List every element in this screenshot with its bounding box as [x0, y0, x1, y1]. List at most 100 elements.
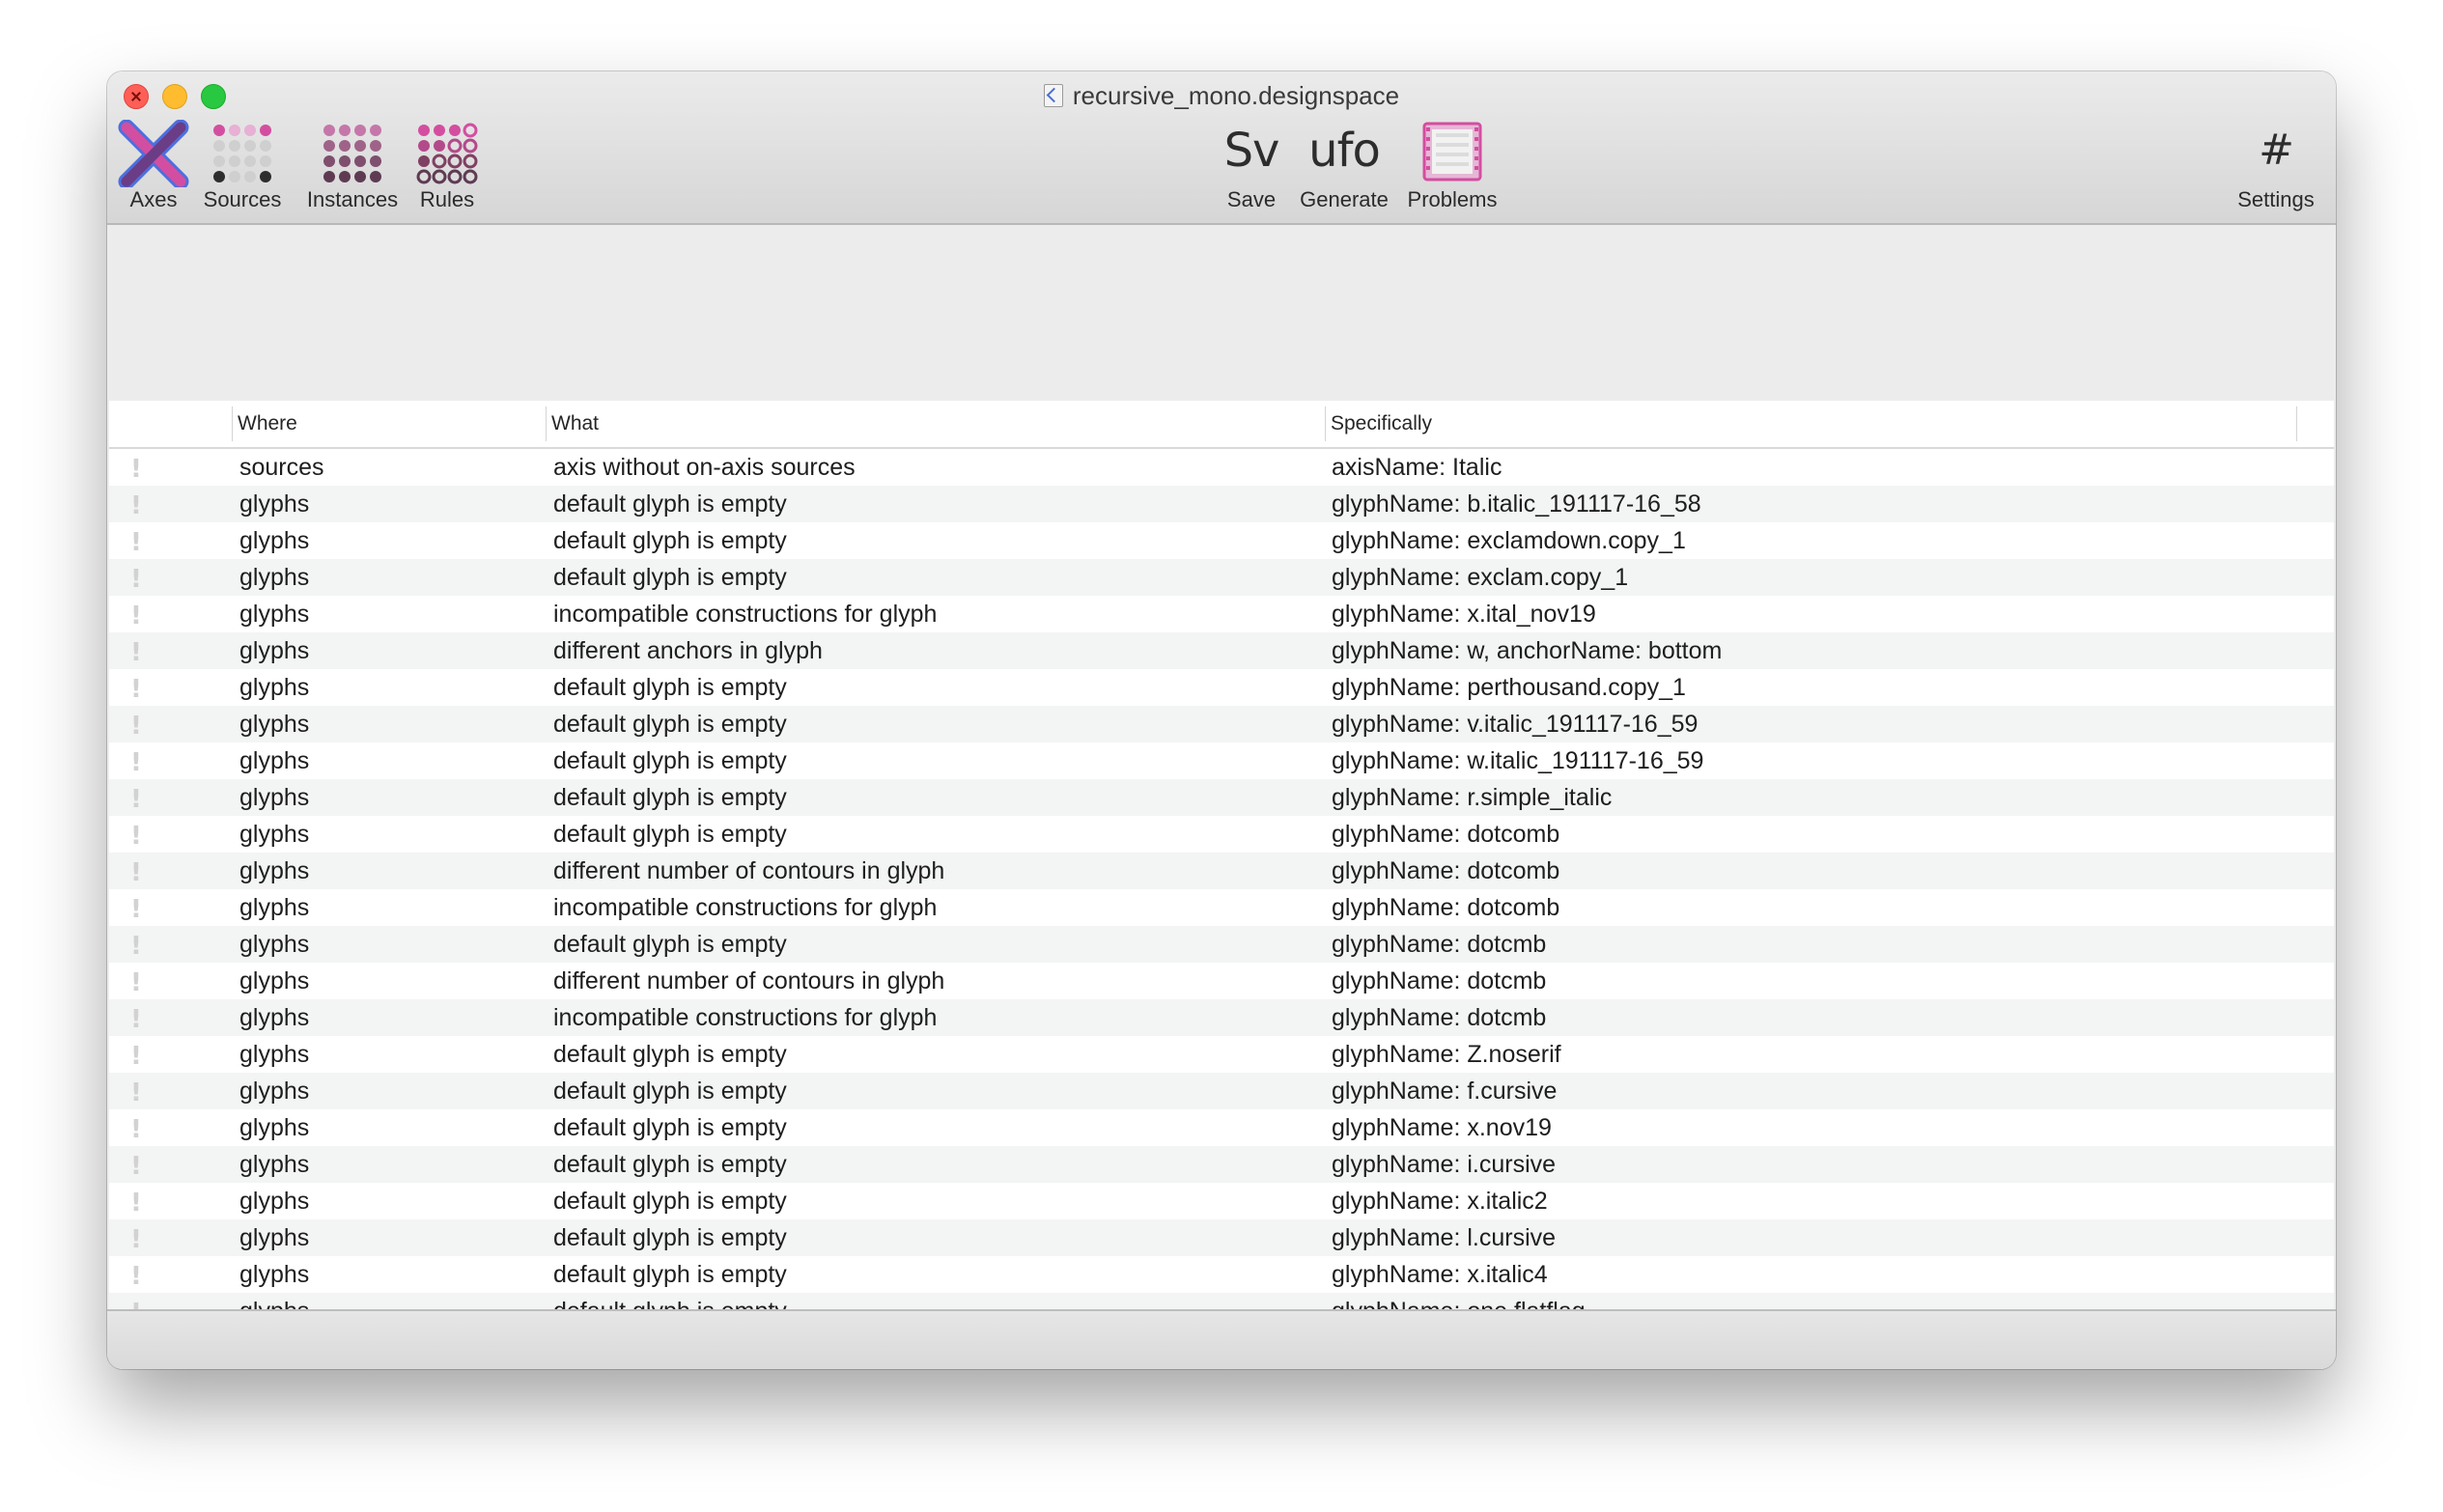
table-row[interactable]: ! glyphs default glyph is empty glyphName: … [109, 706, 2334, 742]
status-bar [107, 1309, 2336, 1369]
cell-where: glyphs [239, 1078, 310, 1105]
cell-what: default glyph is empty [553, 1224, 787, 1251]
cell-what: default glyph is empty [553, 527, 787, 554]
cell-specifically: glyphName: dotcomb [1332, 894, 1560, 921]
warning-icon: ! [130, 1078, 142, 1107]
settings-button[interactable]: # Settings [2228, 120, 2324, 212]
cell-specifically: glyphName: perthousand.copy_1 [1332, 674, 1686, 701]
warning-icon: ! [130, 968, 142, 997]
cell-what: incompatible constructions for glyph [553, 894, 938, 921]
settings-icon: # [2259, 126, 2294, 175]
instances-icon [321, 120, 384, 187]
cell-where: glyphs [239, 821, 310, 848]
cell-what: default glyph is empty [553, 821, 787, 848]
cell-where: glyphs [239, 1224, 310, 1251]
warning-icon: ! [130, 712, 142, 741]
cell-where: glyphs [239, 490, 310, 518]
table-row[interactable]: ! glyphs incompatible constructions for gl… [109, 999, 2334, 1036]
sources-label: Sources [203, 187, 282, 211]
cell-specifically: glyphName: w.italic_191117-16_59 [1332, 747, 1704, 774]
cell-specifically: glyphName: w, anchorName: bottom [1332, 637, 1723, 664]
rules-button[interactable]: Rules [408, 120, 486, 212]
column-header-what[interactable]: What [551, 412, 599, 435]
cell-where: glyphs [239, 1004, 310, 1031]
axes-label: Axes [129, 187, 178, 211]
cell-what: default glyph is empty [553, 1078, 787, 1105]
instances-label: Instances [306, 187, 399, 211]
axes-icon [117, 119, 190, 190]
warning-icon: ! [130, 785, 142, 814]
table-row[interactable]: ! glyphs default glyph is empty glyphName: … [109, 742, 2334, 779]
generate-icon: ufo [1308, 124, 1381, 178]
axes-button[interactable]: Axes [115, 119, 192, 212]
column-divider[interactable] [1325, 406, 1326, 441]
cell-specifically: glyphName: x.nov19 [1332, 1114, 1552, 1141]
save-button[interactable]: Sv Save [1208, 120, 1295, 212]
table-row[interactable]: ! glyphs default glyph is empty glyphName: … [109, 559, 2334, 596]
table-row[interactable]: ! glyphs default glyph is empty glyphName: … [109, 1183, 2334, 1219]
cell-what: incompatible constructions for glyph [553, 601, 938, 628]
table-row[interactable]: ! glyphs default glyph is empty glyphName: … [109, 1036, 2334, 1073]
cell-where: glyphs [239, 1261, 310, 1288]
cell-where: glyphs [239, 601, 310, 628]
table-row[interactable]: ! glyphs incompatible constructions for gl… [109, 889, 2334, 926]
warning-icon: ! [130, 455, 142, 484]
table-row[interactable]: ! glyphs default glyph is empty glyphName: … [109, 1219, 2334, 1256]
warning-icon: ! [130, 491, 142, 520]
column-divider[interactable] [546, 406, 547, 441]
table-row[interactable]: ! glyphs default glyph is empty glyphName: … [109, 1146, 2334, 1183]
table-row[interactable]: ! glyphs default glyph is empty glyphName: … [109, 1073, 2334, 1109]
table-row[interactable]: ! glyphs default glyph is empty glyphName: … [109, 1109, 2334, 1146]
table-row[interactable]: ! glyphs default glyph is empty glyphName: … [109, 816, 2334, 853]
window-title: recursive_mono.designspace [107, 81, 2336, 111]
cell-what: default glyph is empty [553, 747, 787, 774]
cell-where: glyphs [239, 931, 310, 958]
table-row[interactable]: ! glyphs default glyph is empty glyphName: … [109, 669, 2334, 706]
cell-what: default glyph is empty [553, 1261, 787, 1288]
cell-what: default glyph is empty [553, 1188, 787, 1215]
cell-where: glyphs [239, 1041, 310, 1068]
toolbar: recursive_mono.designspace Axes Sources … [107, 71, 2336, 225]
warning-icon: ! [130, 1042, 142, 1071]
generate-button[interactable]: ufo Generate [1287, 120, 1401, 212]
warning-icon: ! [130, 1152, 142, 1181]
table-row[interactable]: ! glyphs different number of contours in g… [109, 853, 2334, 889]
column-header-where[interactable]: Where [238, 412, 297, 435]
document-icon [1043, 84, 1063, 107]
cell-what: axis without on-axis sources [553, 454, 856, 481]
rules-label: Rules [419, 187, 475, 211]
cell-what: default glyph is empty [553, 784, 787, 811]
sources-button[interactable]: Sources [198, 120, 287, 212]
cell-what: default glyph is empty [553, 711, 787, 738]
warning-icon: ! [130, 822, 142, 851]
cell-specifically: glyphName: x.italic2 [1332, 1188, 1548, 1215]
table-row[interactable]: ! glyphs incompatible constructions for gl… [109, 596, 2334, 632]
column-divider[interactable] [232, 406, 233, 441]
warning-icon: ! [130, 748, 142, 777]
cell-what: different number of contours in glyph [553, 857, 945, 884]
cell-specifically: axisName: Italic [1332, 454, 1502, 481]
window-title-text: recursive_mono.designspace [1072, 81, 1400, 110]
table-row[interactable]: ! glyphs default glyph is empty glyphName: … [109, 779, 2334, 816]
warning-icon: ! [130, 528, 142, 557]
table-row[interactable]: ! glyphs default glyph is empty glyphName: … [109, 926, 2334, 963]
table-row[interactable]: ! glyphs default glyph is empty glyphName: … [109, 1256, 2334, 1293]
table-row[interactable]: ! glyphs default glyph is empty glyphName: … [109, 486, 2334, 522]
instances-button[interactable]: Instances [296, 120, 408, 212]
table-row[interactable]: ! glyphs different anchors in glyph glyphNa… [109, 632, 2334, 669]
problems-button[interactable]: Problems [1393, 120, 1511, 212]
cell-where: glyphs [239, 857, 310, 884]
table-row[interactable]: ! glyphs different number of contours in g… [109, 963, 2334, 999]
problems-table: Where What Specifically ! sources axis wit… [109, 401, 2334, 1369]
cell-specifically: glyphName: l.cursive [1332, 1224, 1557, 1251]
cell-where: glyphs [239, 637, 310, 664]
rules-icon [415, 120, 479, 187]
column-divider[interactable] [2296, 406, 2297, 441]
warning-icon: ! [130, 1005, 142, 1034]
table-row[interactable]: ! glyphs default glyph is empty glyphName: … [109, 522, 2334, 559]
cell-where: glyphs [239, 784, 310, 811]
column-header-specifically[interactable]: Specifically [1331, 412, 1432, 435]
table-row[interactable]: ! sources axis without on-axis sources axis… [109, 449, 2334, 486]
warning-icon: ! [130, 858, 142, 887]
cell-specifically: glyphName: dotcmb [1332, 931, 1547, 958]
